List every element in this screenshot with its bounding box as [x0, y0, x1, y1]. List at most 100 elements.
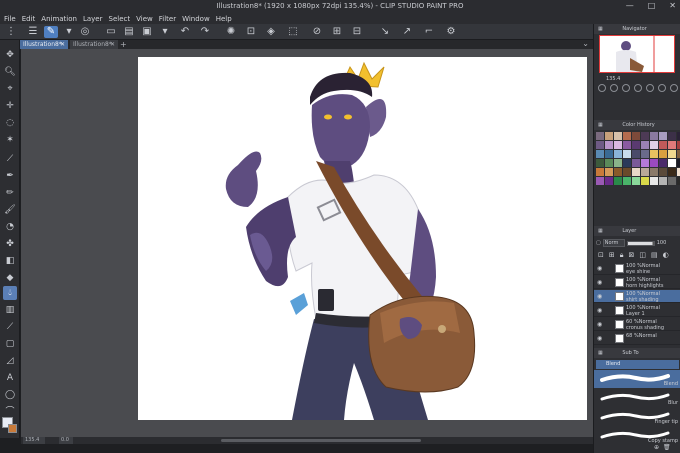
color-history-swatch[interactable]	[668, 141, 676, 149]
actual-size-icon[interactable]	[634, 84, 642, 92]
ruler-icon[interactable]: ◿	[3, 354, 17, 368]
color-history-swatch[interactable]	[596, 132, 604, 140]
maximize-button[interactable]: □	[648, 1, 656, 10]
opacity-slider[interactable]	[626, 240, 655, 246]
zoom-in-icon[interactable]	[610, 84, 618, 92]
color-history-swatch[interactable]	[641, 168, 649, 176]
color-history-swatch[interactable]	[605, 159, 613, 167]
new-tab-button[interactable]: +	[120, 40, 127, 49]
zoom-icon[interactable]: 🔍︎	[3, 65, 17, 79]
brush-icon[interactable]: 🖌︎	[3, 203, 17, 217]
clip-icon[interactable]: ⊡	[598, 251, 604, 260]
sub-color-swatch[interactable]	[8, 424, 17, 433]
eye-icon[interactable]: ◉	[597, 321, 602, 328]
color-history-swatch[interactable]	[623, 150, 631, 158]
menu-layer[interactable]: Layer	[83, 15, 103, 23]
color-history-swatch[interactable]	[641, 132, 649, 140]
color-history-swatch[interactable]	[596, 159, 604, 167]
fit-icon[interactable]	[622, 84, 630, 92]
pen-icon[interactable]: ✒	[3, 169, 17, 183]
color-history-swatch[interactable]	[614, 168, 622, 176]
color-history-swatch[interactable]	[641, 150, 649, 158]
reference-icon[interactable]: ⊞	[609, 251, 615, 260]
fill-selection-icon[interactable]: ◈	[264, 26, 278, 38]
color-history-swatch[interactable]	[632, 150, 640, 158]
minimize-button[interactable]: —	[626, 1, 634, 10]
settings-icon[interactable]: ⚙	[444, 26, 458, 38]
expand-selection-icon[interactable]: ⊟	[350, 26, 364, 38]
layer-row[interactable]: ◉ 68 %Normal	[594, 332, 680, 345]
print-icon[interactable]: ▾	[158, 26, 172, 38]
gradient-icon[interactable]: ▥	[3, 303, 17, 317]
layer-row[interactable]: ◉ 60 %Normal cronus shading	[594, 318, 680, 331]
tab-close-icon[interactable]: ✕	[110, 40, 115, 49]
color-history-swatch[interactable]	[650, 150, 658, 158]
layer-row[interactable]: ◉ 100 %Normal Layer 1	[594, 304, 680, 317]
color-history-swatch[interactable]	[596, 177, 604, 185]
clear-icon[interactable]: ✺	[224, 26, 238, 38]
color-history-swatch[interactable]	[614, 150, 622, 158]
zoom-readout[interactable]: 135.4	[23, 437, 45, 444]
menu-view[interactable]: View	[136, 15, 153, 23]
blend-mode-select[interactable]: Norm	[602, 239, 625, 247]
move-icon[interactable]: ✥	[3, 48, 17, 62]
menu-help[interactable]: Help	[216, 15, 232, 23]
color-history-swatch[interactable]	[641, 141, 649, 149]
color-history-swatch[interactable]	[596, 168, 604, 176]
color-history-swatch[interactable]	[596, 141, 604, 149]
color-history-swatch[interactable]	[641, 159, 649, 167]
lock-transparent-icon[interactable]: ⊠	[628, 251, 634, 260]
brush-item[interactable]: Finger tip	[594, 408, 680, 426]
color-history-swatch[interactable]	[650, 132, 658, 140]
color-history-swatch[interactable]	[650, 159, 658, 167]
clip-studio-icon[interactable]: ◎	[78, 26, 92, 38]
layer-row[interactable]: ◉ 100 %Normal eye shine	[594, 262, 680, 275]
color-history-swatch[interactable]	[659, 150, 667, 158]
color-history-swatch[interactable]	[659, 159, 667, 167]
color-history-swatch[interactable]	[632, 132, 640, 140]
deselect-icon[interactable]: ⊘	[310, 26, 324, 38]
snap-ruler-icon[interactable]: ↘	[378, 26, 392, 38]
menu-animation[interactable]: Animation	[41, 15, 77, 23]
frame-icon[interactable]: ▢	[3, 337, 17, 351]
color-history-swatch[interactable]	[650, 177, 658, 185]
pencil-icon[interactable]: ✏	[3, 186, 17, 200]
navigator-zoom[interactable]: 135.4	[606, 76, 620, 82]
color-history-swatch[interactable]	[614, 177, 622, 185]
invert-selection-icon[interactable]: ⊞	[330, 26, 344, 38]
color-history-swatch[interactable]	[623, 177, 631, 185]
blend-icon[interactable]: 💧︎	[3, 286, 17, 300]
color-history-swatch[interactable]	[632, 177, 640, 185]
eye-icon[interactable]: ◉	[597, 293, 602, 300]
layer-color-icon[interactable]: ▢	[596, 240, 601, 246]
subtool-group-tab[interactable]: Blend	[596, 360, 679, 369]
balloon-icon[interactable]: ◯	[3, 388, 17, 402]
decoration-icon[interactable]: ✤	[3, 237, 17, 251]
menu-select[interactable]: Select	[109, 15, 131, 23]
color-history-swatch[interactable]	[668, 150, 676, 158]
move-layer-icon[interactable]: ✛	[3, 99, 17, 113]
color-history-swatch[interactable]	[605, 177, 613, 185]
color-history-swatch[interactable]	[623, 168, 631, 176]
snap-grid-icon[interactable]: ⌐	[422, 26, 436, 38]
redo-icon[interactable]: ↷	[198, 26, 212, 38]
grid-icon[interactable]: ⋮	[4, 26, 18, 38]
lock-icon[interactable]: 🔒︎	[620, 251, 624, 260]
color-history-swatch[interactable]	[641, 177, 649, 185]
color-history-swatch[interactable]	[668, 168, 676, 176]
zoom-out-icon[interactable]	[598, 84, 606, 92]
color-history-swatch[interactable]	[632, 168, 640, 176]
copy-subtool-icon[interactable]: ⊕	[654, 444, 659, 451]
brush-item[interactable]: Blend	[594, 370, 680, 388]
color-history-swatch[interactable]	[668, 159, 676, 167]
menu-window[interactable]: Window	[182, 15, 210, 23]
menu-file[interactable]: File	[4, 15, 16, 23]
color-history-swatch[interactable]	[623, 132, 631, 140]
eye-icon[interactable]: ◉	[597, 335, 602, 342]
ruler-icon[interactable]: ▤	[651, 251, 658, 260]
eye-icon[interactable]: ◉	[597, 265, 602, 272]
color-history-swatch[interactable]	[605, 150, 613, 158]
color-history-swatch[interactable]	[668, 132, 676, 140]
panel-grip-icon[interactable]: ▦	[598, 228, 603, 234]
color-history-swatch[interactable]	[632, 159, 640, 167]
